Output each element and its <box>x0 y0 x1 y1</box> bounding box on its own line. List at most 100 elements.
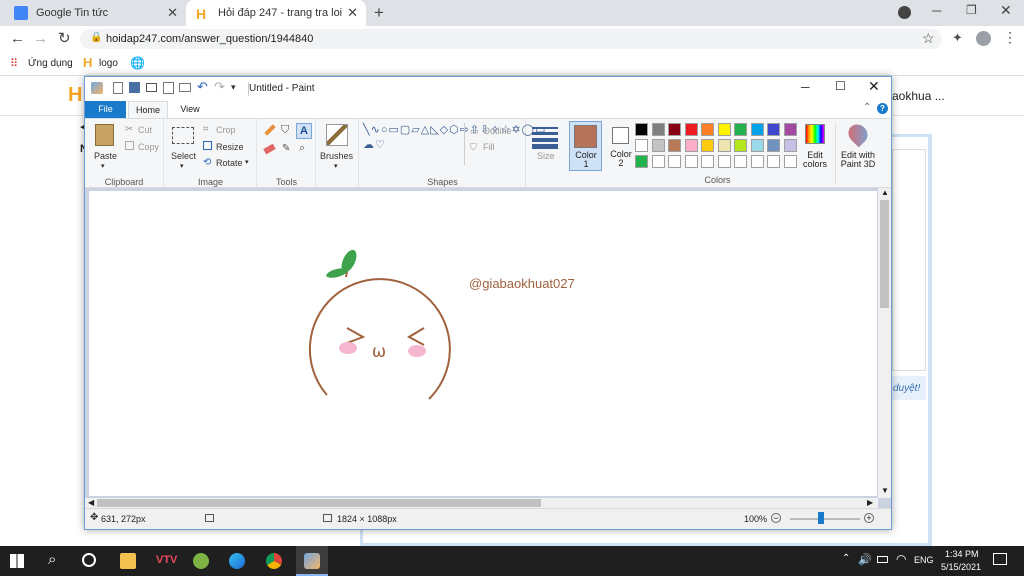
close-icon[interactable]: ✕ <box>347 5 358 21</box>
color-swatch[interactable] <box>701 139 714 152</box>
rotate-icon[interactable]: ⟲ <box>203 157 211 168</box>
edge-icon[interactable] <box>229 553 245 569</box>
tab-hoidap247[interactable]: H Hỏi đáp 247 - trang tra loi ✕ <box>186 0 366 26</box>
color2-button[interactable]: Color 2 <box>605 121 638 171</box>
color-swatch[interactable] <box>651 139 665 152</box>
undo-icon[interactable]: ↶ <box>197 79 208 95</box>
print-icon[interactable] <box>146 83 157 92</box>
clock-time[interactable]: 1:34 PM <box>945 549 979 559</box>
color-swatch[interactable] <box>750 139 764 152</box>
tray-chevron-icon[interactable]: ⌃ <box>842 553 850 564</box>
customize-qat-icon[interactable]: ▾ <box>231 82 236 93</box>
color-swatch[interactable] <box>717 139 731 152</box>
vtv-app-icon[interactable]: VTV <box>156 554 177 570</box>
new-tab-icon[interactable]: + <box>374 3 384 23</box>
magnifier-icon[interactable]: ⌕ <box>299 142 305 155</box>
close-icon[interactable]: ✕ <box>167 5 178 21</box>
zoom-slider[interactable] <box>790 518 860 520</box>
bookmark-apps[interactable]: Ứng dụng <box>28 58 73 69</box>
scroll-right-icon[interactable]: ▶ <box>867 498 873 507</box>
search-icon[interactable]: ⌕ <box>48 551 64 568</box>
edit-paint3d-button[interactable]: Edit with Paint 3D <box>836 151 880 169</box>
fill-button[interactable]: Fill <box>483 142 495 152</box>
resize-button[interactable]: Resize <box>216 142 244 152</box>
cut-button[interactable]: Cut <box>138 125 152 135</box>
color-swatch[interactable] <box>717 155 731 168</box>
chevron-down-icon[interactable]: ▾ <box>101 162 105 170</box>
back-icon[interactable]: ← <box>10 30 25 47</box>
color-swatch[interactable] <box>767 139 780 152</box>
wifi-icon[interactable]: ◠ <box>896 552 906 566</box>
text-tool-icon[interactable]: A <box>296 123 312 139</box>
color-swatch[interactable] <box>668 155 681 168</box>
volume-icon[interactable]: 🔊 <box>858 553 872 566</box>
color-swatch[interactable] <box>734 123 747 136</box>
maximize-icon[interactable]: ☐ <box>835 79 846 93</box>
outline-button[interactable]: Outline <box>483 126 512 136</box>
restore-icon[interactable]: ❐ <box>966 3 977 17</box>
fill-icon[interactable]: ⛉ <box>470 142 477 153</box>
tab-file[interactable]: File <box>85 101 126 118</box>
select-button[interactable]: Select <box>171 151 196 161</box>
rotate-button[interactable]: Rotate <box>216 158 243 168</box>
notifications-icon[interactable] <box>993 553 1007 565</box>
cut-icon[interactable]: ✂ <box>125 124 133 135</box>
crop-icon[interactable]: ⌗ <box>203 124 209 135</box>
color-swatch[interactable] <box>668 139 681 152</box>
horizontal-scroll-thumb[interactable] <box>97 499 541 507</box>
close-icon[interactable]: ✕ <box>868 78 880 95</box>
brushes-button[interactable]: Brushes <box>320 151 353 161</box>
color-swatch[interactable] <box>684 155 698 168</box>
chevron-down-icon[interactable]: ▾ <box>245 158 249 166</box>
chevron-down-icon[interactable]: ▾ <box>180 162 184 170</box>
zoom-slider-thumb[interactable] <box>818 512 824 524</box>
fill-bucket-icon[interactable]: ⛉ <box>281 124 289 137</box>
paste-button[interactable]: Paste <box>94 151 117 161</box>
game-app-icon[interactable] <box>193 553 209 569</box>
new-file-icon[interactable] <box>113 82 123 94</box>
bookmark-logo[interactable]: logo <box>99 58 118 69</box>
send-email-icon[interactable] <box>179 83 191 92</box>
windows-start-icon[interactable] <box>10 554 24 568</box>
eraser-icon[interactable] <box>263 143 276 155</box>
color-swatch[interactable] <box>635 155 648 168</box>
color-swatch[interactable] <box>783 155 797 168</box>
size-button[interactable]: Size <box>537 151 555 161</box>
redo-icon[interactable]: ↷ <box>214 79 225 95</box>
color-swatch[interactable] <box>668 123 681 136</box>
color-swatch[interactable] <box>783 139 797 152</box>
vertical-scroll-thumb[interactable] <box>880 200 889 308</box>
edit-colors-button[interactable]: Edit colors <box>800 151 830 169</box>
color-swatch[interactable] <box>701 155 714 168</box>
collapse-ribbon-icon[interactable]: ⌃ <box>863 102 871 113</box>
brush-icon[interactable] <box>326 124 348 146</box>
bookmark-star-icon[interactable]: ☆ <box>922 30 935 47</box>
paint3d-icon[interactable] <box>844 120 872 148</box>
language-indicator[interactable]: ENG <box>914 555 934 565</box>
minimize-icon[interactable]: ─ <box>932 3 941 18</box>
color-swatch[interactable] <box>750 123 764 136</box>
globe-icon[interactable]: 🌐 <box>130 56 145 70</box>
drawing-canvas[interactable]: ω @giabaokhuat027 <box>89 191 877 496</box>
color-swatch[interactable] <box>701 123 714 136</box>
tab-view[interactable]: View <box>171 101 209 118</box>
vertical-scrollbar[interactable]: ▲ ▼ <box>878 188 891 498</box>
color-swatch[interactable] <box>717 123 731 136</box>
paint-taskbar-button[interactable] <box>296 546 328 576</box>
save-icon[interactable] <box>129 82 140 93</box>
reload-icon[interactable]: ↻ <box>58 29 71 47</box>
color-swatch[interactable] <box>635 123 648 136</box>
scroll-left-icon[interactable]: ◀ <box>88 498 94 507</box>
horizontal-scrollbar[interactable]: ◀ ▶ <box>85 498 878 508</box>
resize-icon[interactable] <box>203 141 212 150</box>
outline-icon[interactable]: ▭ <box>470 126 479 137</box>
color-swatch[interactable] <box>651 123 665 136</box>
paste-icon[interactable] <box>95 124 114 146</box>
close-window-icon[interactable]: ✕ <box>1000 2 1012 19</box>
color-swatch[interactable] <box>783 123 797 136</box>
tab-home[interactable]: Home <box>128 101 168 119</box>
cortana-icon[interactable] <box>82 553 96 567</box>
color-swatch[interactable] <box>651 155 665 168</box>
account-avatar[interactable] <box>976 31 991 46</box>
select-icon[interactable] <box>172 127 194 144</box>
